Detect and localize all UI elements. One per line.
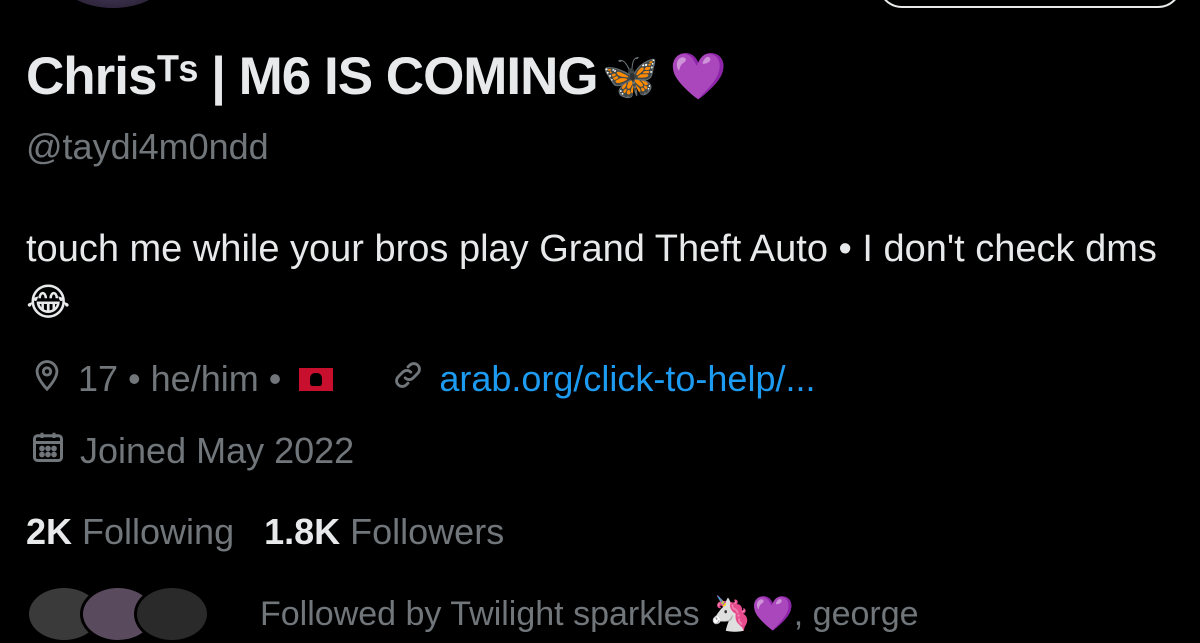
follow-stats: 2K Following 1.8K Followers [26,508,504,556]
albania-flag-icon [299,367,334,391]
profile-avatar[interactable] [58,0,168,8]
profile-action-button[interactable] [878,0,1182,8]
profile-details-row: 17 • he/him • arab.org/click-to-help/... [30,356,815,402]
followed-by-text: Followed by Twilight sparkles 🦄💜, george [260,595,919,633]
following-label: Following [82,511,235,552]
follower-avatar [134,585,210,643]
profile-details-text: 17 • he/him • [78,358,282,399]
joined-row: Joined May 2022 [30,428,354,474]
calendar-icon [30,429,66,474]
followers-label: Followers [350,511,505,552]
display-name-text: Chrisᵀˢ | M6 IS COMING [26,46,599,106]
followers-link[interactable]: 1.8K Followers [264,511,504,553]
location-pin-icon [30,357,64,402]
followed-by-row[interactable]: Followed by Twilight sparkles 🦄💜, george [26,585,919,643]
following-link[interactable]: 2K Following [26,511,234,553]
website-link[interactable]: arab.org/click-to-help/... [439,358,815,400]
display-name: Chrisᵀˢ | M6 IS COMING 🦋 💜 [26,44,727,108]
bio: touch me while your bros play Grand Thef… [26,228,1157,324]
following-count: 2K [26,511,73,552]
followers-count: 1.8K [264,511,341,552]
handle: @taydi4m0ndd [26,126,269,167]
display-name-emoji: 🦋 💜 [601,49,727,102]
link-icon [391,358,425,401]
joined-date: Joined May 2022 [80,430,355,471]
